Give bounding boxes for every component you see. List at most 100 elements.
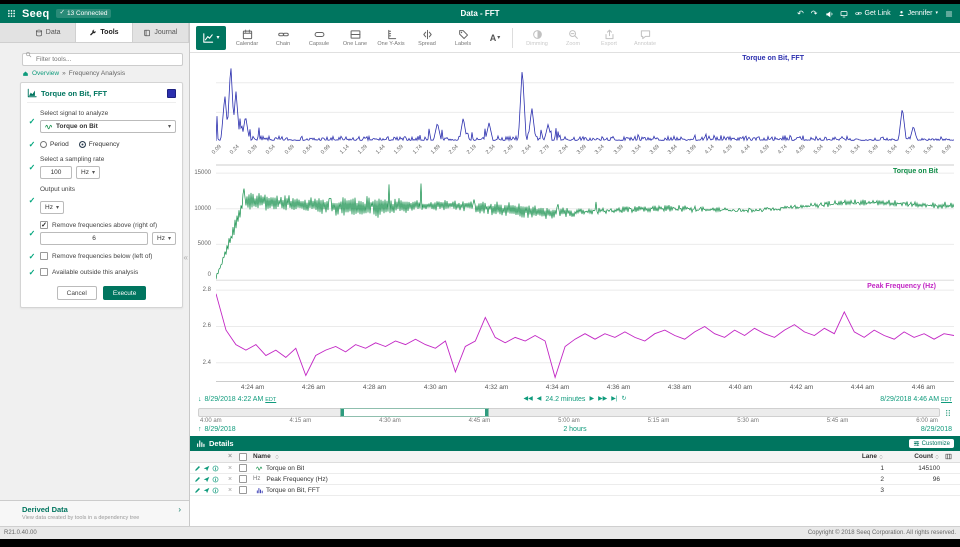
navigate-item-icon[interactable] [203,476,210,483]
get-link-button[interactable]: Get Link [855,10,891,17]
remove-above-checkbox[interactable]: ✓ Remove frequencies above (right of) [40,221,176,229]
remove-item-icon[interactable]: × [228,476,232,483]
trend-view-button[interactable]: ▾ [196,26,226,50]
pan-back-icon[interactable]: ◀ [537,396,542,402]
remove-all-icon[interactable]: × [228,453,232,460]
navigate-item-icon[interactable] [203,465,210,472]
frequency-radio[interactable]: Frequency [79,141,120,148]
fft-tick-label: 2.79 [539,144,551,156]
filter-tools-input[interactable] [22,53,183,66]
fft-chart[interactable] [216,53,954,143]
investigate-duration[interactable]: 2 hours [563,426,586,433]
pan-forward-icon[interactable]: ▶ [589,396,594,402]
cancel-button[interactable]: Cancel [57,286,97,300]
remove-item-icon[interactable]: × [228,465,232,472]
navigate-item-icon[interactable] [203,487,210,494]
toolbar-cursors-button[interactable]: A ▾ [484,31,506,45]
tab-journal[interactable]: Journal [133,23,189,42]
pan-full-back-icon[interactable]: ◀◀ [523,396,532,402]
expand-range-icon[interactable]: ↑ [198,426,202,433]
select-all-checkbox[interactable] [239,453,247,461]
investigate-start-date[interactable]: 8/29/2018 [205,426,236,433]
remove-below-checkbox[interactable]: Remove frequencies below (left of) [40,252,176,260]
output-unit-select[interactable]: Hz ▾ [40,201,64,214]
tab-data[interactable]: Data [20,23,76,42]
user-menu[interactable]: Jennifer ▾ [898,10,938,17]
investigate-end-date[interactable]: 8/29/2018 [921,426,952,433]
refresh-icon[interactable]: ↻ [621,396,626,402]
pan-full-forward-icon[interactable]: ▶▶ [598,396,607,402]
wrench-icon [89,29,97,37]
select-item-checkbox[interactable] [239,486,247,494]
toolbar-capsule-button[interactable]: Capsule [301,26,337,49]
select-item-checkbox[interactable] [239,475,247,483]
name-column-header[interactable]: Name [253,453,271,460]
above-unit-select[interactable]: Hz ▾ [152,232,176,245]
signal-select[interactable]: Torque on Bit ▾ [40,120,176,133]
available-outside-checkbox[interactable]: Available outside this analysis [40,268,176,276]
peak-frequency-chart[interactable] [216,281,954,381]
torque-chart[interactable] [216,166,954,280]
presentation-icon[interactable] [840,10,848,18]
toolbar-one-y-axis-button[interactable]: One Y-Axis [373,26,409,49]
customize-button[interactable]: Customize [909,439,954,448]
range-handle-left-grip[interactable] [341,409,344,416]
item-info-icon[interactable] [212,487,219,494]
table-row[interactable]: × Torque on Bit, FFT 3 [190,485,960,496]
sampling-unit-select[interactable]: Hz ▾ [76,166,100,179]
zoomout-icon [568,28,579,40]
redo-icon[interactable]: ↷ [811,10,818,18]
range-handle[interactable] [340,408,489,417]
app-grid-icon[interactable] [7,9,16,18]
fft-series-title: Torque on Bit, FFT [742,55,804,62]
toolbar-one-lane-button[interactable]: One Lane [337,26,373,49]
select-item-checkbox[interactable] [239,464,247,472]
undo-icon[interactable]: ↶ [797,10,804,18]
count-column-header[interactable]: Count [914,453,933,460]
range-track[interactable] [198,408,940,417]
above-frequency-input[interactable] [40,232,148,245]
toolbar-calendar-button[interactable]: Calendar [229,26,265,49]
hamburger-menu-icon[interactable] [945,10,953,18]
execute-button[interactable]: Execute [103,286,147,300]
radio-icon [40,141,47,148]
toolbar-disabled-buttons: DimmingZoomExportAnnotate [519,26,663,49]
table-row[interactable]: × Torque on Bit 1 145100 [190,463,960,474]
toolbar-chain-button[interactable]: Chain [265,26,301,49]
collapse-sidebar-icon[interactable]: « [184,254,188,262]
edit-item-icon[interactable] [194,465,201,472]
breadcrumb-overview[interactable]: Overview [32,70,59,77]
sampling-rate-input[interactable] [40,166,72,179]
announcements-icon[interactable] [825,10,833,18]
display-range-start[interactable]: 8/29/2018 4:22 AM EDT [205,396,277,403]
top-bar: Seeq ✓ 13 Connected Data - FFT ↶ ↷ Get L… [0,4,960,23]
tab-tools[interactable]: Tools [76,23,132,42]
remove-item-icon[interactable]: × [228,487,232,494]
sidebar-tabs: DataToolsJournal [0,23,189,43]
chevron-down-icon: ▾ [92,170,95,176]
lane-column-header[interactable]: Lane [862,453,877,460]
series-color-swatch[interactable] [167,89,176,98]
home-icon[interactable] [22,70,29,77]
y-tick-label: 0 [208,272,211,278]
connected-badge[interactable]: ✓ 13 Connected [56,9,112,18]
time-tick-label: 4:30 am [424,384,448,391]
sort-icon[interactable] [274,454,280,460]
investigate-range-icon[interactable]: ↓ [198,396,202,403]
table-row[interactable]: × Hz Peak Frequency (Hz) 2 96 [190,474,960,485]
toolbar-labels-button[interactable]: Labels [445,26,481,49]
derived-data-panel[interactable]: Derived Data › View data created by tool… [0,500,189,526]
toolbar-spread-button[interactable]: Spread [409,26,445,49]
edit-item-icon[interactable] [194,476,201,483]
item-info-icon[interactable] [212,476,219,483]
column-picker-icon[interactable] [940,453,956,460]
item-info-icon[interactable] [212,465,219,472]
period-radio[interactable]: Period [40,141,69,148]
edit-item-icon[interactable] [194,487,201,494]
duration-label[interactable]: 24.2 minutes [545,396,585,403]
range-resize-icon[interactable] [944,409,952,417]
display-range-end[interactable]: 8/29/2018 4:46 AM EDT [880,396,952,403]
pan-to-now-icon[interactable]: ▶| [611,396,617,402]
seeq-logo[interactable]: Seeq [22,8,50,20]
range-handle-right-grip[interactable] [485,409,488,416]
